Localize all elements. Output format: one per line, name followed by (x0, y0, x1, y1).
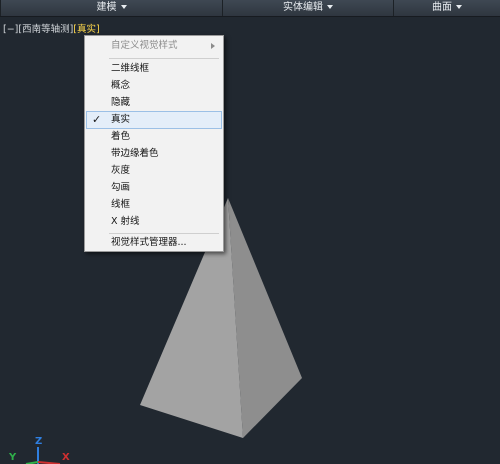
menu-item-label: 概念 (111, 80, 131, 91)
viewport-controls: [−][西南等轴测][真实] (3, 21, 100, 35)
menu-item-hidden[interactable]: 隐藏 (87, 95, 221, 111)
menu-item-label: 着色 (111, 131, 131, 142)
visual-style-menu: 自定义视觉样式 二维线框 概念 隐藏 ✓ 真实 着色 带边缘着色 灰度 勾画 线… (84, 35, 224, 252)
menu-item-2d-wireframe[interactable]: 二维线框 (87, 61, 221, 77)
menu-item-label: 视觉样式管理器... (111, 237, 187, 248)
menu-item-label: 线框 (111, 199, 131, 210)
view-control[interactable]: [西南等轴测] (18, 24, 73, 35)
model-viewport[interactable] (0, 0, 500, 464)
ucs-icon (25, 447, 61, 464)
menu-item-label: 二维线框 (111, 63, 150, 74)
ucs-y-label: Y (9, 452, 17, 463)
menu-item-x-ray[interactable]: X 射线 (87, 214, 221, 230)
menu-item-label: 隐藏 (111, 97, 131, 108)
menu-item-label: 真实 (111, 114, 131, 125)
menu-item-conceptual[interactable]: 概念 (87, 78, 221, 94)
menu-separator (109, 58, 219, 59)
menu-item-custom-visual-styles[interactable]: 自定义视觉样式 (87, 38, 221, 54)
visual-style-control[interactable]: [真实] (73, 24, 99, 35)
ucs-x-label: X (62, 452, 70, 463)
menu-item-shaded-with-edges[interactable]: 带边缘着色 (87, 146, 221, 162)
menu-separator (109, 233, 219, 234)
menu-item-label: 勾画 (111, 182, 131, 193)
chevron-right-icon (211, 43, 215, 49)
menu-item-label: X 射线 (111, 216, 140, 227)
ucs-z-label: Z (35, 436, 43, 447)
menu-item-wireframe[interactable]: 线框 (87, 197, 221, 213)
menu-item-shaded[interactable]: 着色 (87, 129, 221, 145)
menu-item-label: 带边缘着色 (111, 148, 159, 159)
viewport-menu-control[interactable]: [−] (3, 24, 18, 35)
menu-item-sketchy[interactable]: 勾画 (87, 180, 221, 196)
checkmark-icon: ✓ (92, 113, 102, 126)
menu-item-shades-of-gray[interactable]: 灰度 (87, 163, 221, 179)
menu-item-realistic[interactable]: ✓ 真实 (86, 111, 222, 129)
menu-item-label: 自定义视觉样式 (111, 40, 178, 51)
menu-item-visual-styles-manager[interactable]: 视觉样式管理器... (87, 235, 221, 251)
menu-item-label: 灰度 (111, 165, 131, 176)
